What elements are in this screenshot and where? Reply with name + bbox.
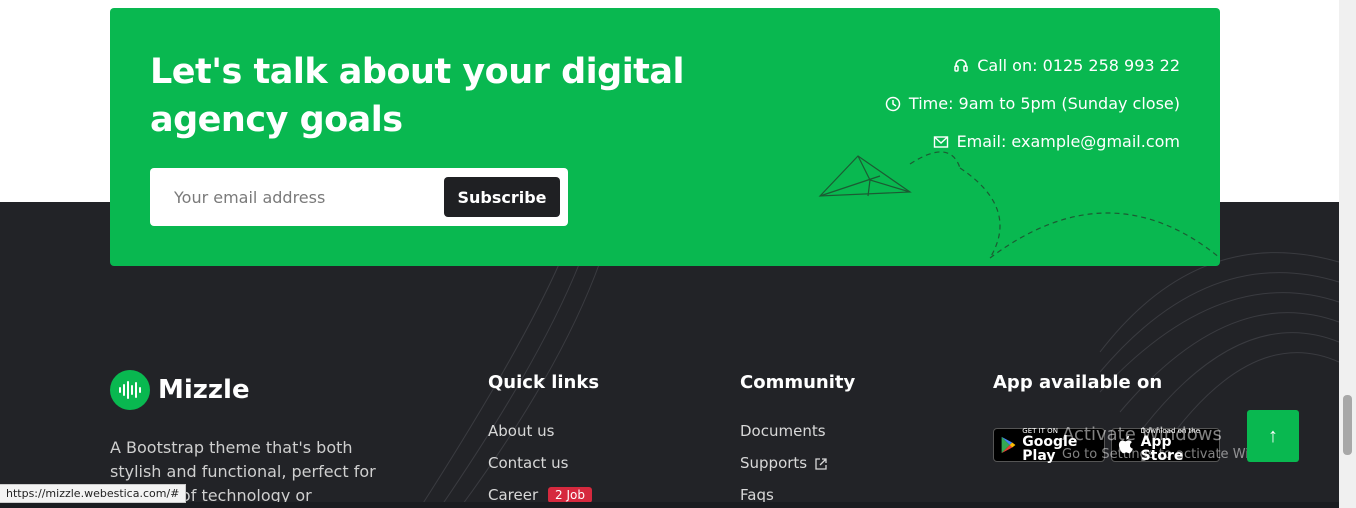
clock-icon	[885, 96, 901, 111]
google-play-button[interactable]: GET IT ON Google Play	[993, 427, 1105, 464]
app-store-big: App Store	[1140, 434, 1184, 464]
apple-icon	[1118, 435, 1133, 454]
soundwave-icon	[119, 381, 141, 399]
google-play-big: Google Play	[1022, 434, 1078, 464]
link-documents[interactable]: Documents	[740, 422, 826, 440]
contact-time-text: Time: 9am to 5pm (Sunday close)	[908, 94, 1180, 113]
link-contact-us[interactable]: Contact us	[488, 454, 568, 472]
status-bar-url: https://mizzle.webestica.com/#	[0, 484, 187, 503]
link-supports[interactable]: Supports	[740, 454, 807, 472]
headset-icon	[954, 58, 968, 72]
brand-logo	[110, 370, 150, 410]
email-input[interactable]	[164, 178, 454, 216]
app-store-button[interactable]: Download on the App Store	[1111, 427, 1220, 464]
subscribe-button[interactable]: Subscribe	[444, 177, 560, 217]
taskbar-strip	[0, 502, 1339, 508]
google-play-icon	[1001, 436, 1016, 454]
community-title: Community	[740, 372, 856, 393]
back-to-top-button[interactable]: ↑	[1247, 410, 1299, 462]
quick-links-title: Quick links	[488, 372, 600, 393]
link-about-us[interactable]: About us	[488, 422, 554, 440]
scrollbar-thumb[interactable]	[1343, 395, 1352, 455]
cta-title: Let's talk about your digital agency goa…	[150, 48, 710, 144]
career-job-badge: 2 Job	[548, 487, 592, 503]
cta-title-line2: agency goals	[150, 100, 403, 140]
contact-time: Time: 9am to 5pm (Sunday close)	[885, 94, 1180, 113]
vertical-scrollbar[interactable]	[1339, 0, 1356, 508]
apps-title: App available on	[993, 372, 1163, 393]
brand[interactable]: Mizzle	[110, 370, 250, 410]
contact-call[interactable]: Call on: 0125 258 993 22	[953, 56, 1180, 75]
brand-name: Mizzle	[158, 375, 250, 405]
contact-call-text: Call on: 0125 258 993 22	[977, 56, 1180, 75]
cta-title-line1: Let's talk about your digital	[150, 52, 685, 92]
newsletter-cta: Let's talk about your digital agency goa…	[110, 8, 1220, 266]
external-link-icon	[815, 458, 827, 470]
brand-description-text: A Bootstrap theme that's both stylish an…	[110, 438, 376, 481]
paper-plane-icon	[818, 151, 1220, 259]
subscribe-form: Subscribe	[150, 168, 568, 226]
